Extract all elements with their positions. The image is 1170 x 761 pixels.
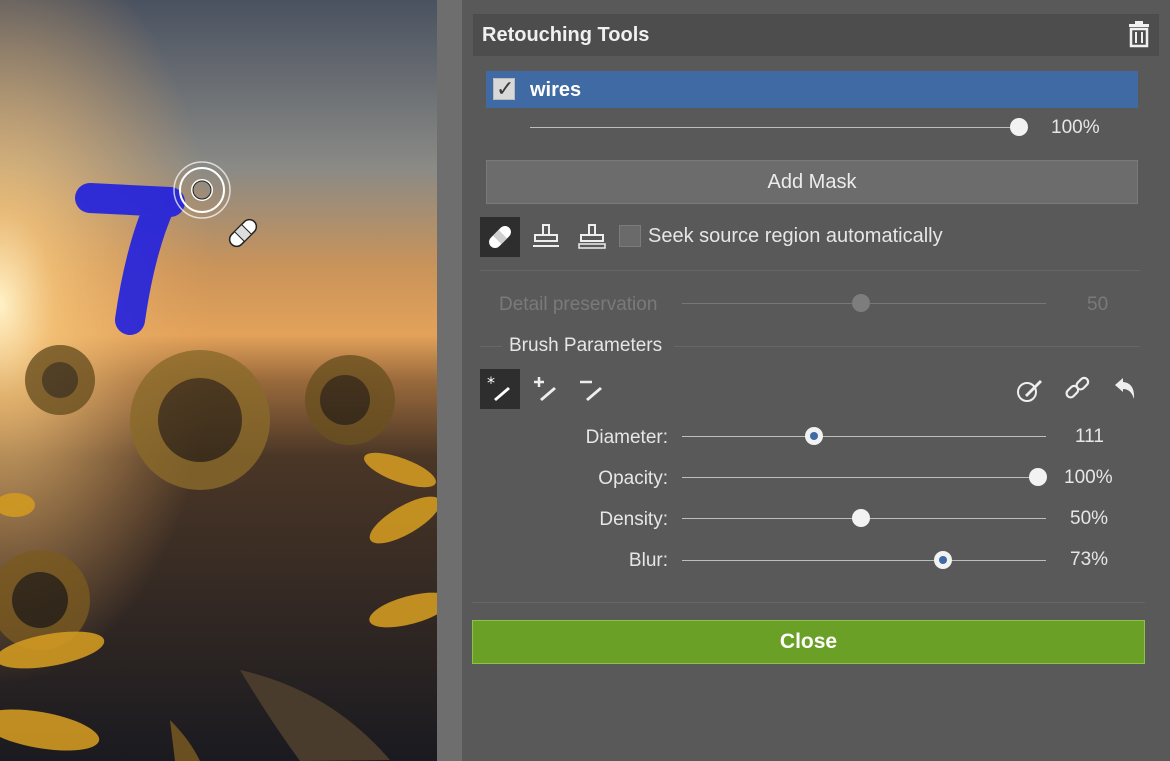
pick-brush-button[interactable] bbox=[1010, 369, 1050, 409]
healing-brush-tool[interactable] bbox=[480, 217, 520, 257]
detail-preservation-value: 50 bbox=[1087, 294, 1109, 315]
brush-draw-button[interactable]: * bbox=[480, 369, 520, 409]
divider bbox=[480, 270, 1140, 271]
undo-button[interactable] bbox=[1105, 369, 1145, 409]
blur-label: Blur: bbox=[628, 550, 668, 571]
blur-handle[interactable] bbox=[934, 551, 952, 569]
brush-add-icon bbox=[534, 377, 556, 401]
link-button[interactable] bbox=[1058, 369, 1098, 409]
trash-icon[interactable] bbox=[1127, 20, 1151, 48]
photo-canvas[interactable] bbox=[0, 0, 437, 761]
undo-icon bbox=[1115, 378, 1135, 399]
clone-stamp-icon bbox=[533, 224, 559, 247]
opacity-track[interactable] bbox=[682, 477, 1046, 478]
opacity-handle[interactable] bbox=[1029, 468, 1047, 486]
add-mask-button[interactable]: Add Mask bbox=[486, 160, 1138, 204]
brush-erase-button[interactable] bbox=[572, 369, 612, 409]
blur-track[interactable] bbox=[682, 560, 1046, 561]
density-handle[interactable] bbox=[852, 509, 870, 527]
diameter-handle[interactable] bbox=[805, 427, 823, 445]
diameter-label: Diameter: bbox=[585, 427, 668, 448]
divider bbox=[472, 602, 1145, 603]
detail-preservation-handle bbox=[852, 294, 870, 312]
healing-brush-icon bbox=[489, 226, 511, 248]
blur-value: 73% bbox=[1070, 549, 1109, 570]
panel-title: Retouching Tools bbox=[482, 24, 650, 46]
brush-erase-icon bbox=[580, 380, 602, 401]
diameter-value: 111 bbox=[1075, 426, 1104, 447]
svg-text:*: * bbox=[487, 375, 495, 392]
source-stamp-icon bbox=[578, 224, 606, 249]
brush-draw-icon: * bbox=[487, 375, 510, 401]
diameter-track[interactable] bbox=[682, 436, 1046, 437]
link-icon bbox=[1065, 376, 1090, 399]
mask-name: wires bbox=[530, 79, 582, 101]
opacity-value: 100% bbox=[1064, 467, 1113, 488]
divider bbox=[480, 346, 502, 347]
brush-parameters-title: Brush Parameters bbox=[509, 335, 663, 356]
close-button[interactable]: Close bbox=[472, 620, 1145, 664]
divider bbox=[674, 346, 1140, 347]
panel-header: Retouching Tools bbox=[473, 14, 1159, 56]
pick-brush-icon bbox=[1017, 380, 1042, 402]
mask-opacity-value: 100% bbox=[1051, 117, 1100, 138]
mask-item-wires[interactable]: ✓ wires bbox=[486, 71, 1138, 108]
mask-opacity-track[interactable] bbox=[530, 127, 1020, 128]
density-label: Density: bbox=[599, 509, 668, 530]
density-value: 50% bbox=[1070, 508, 1109, 529]
detail-preservation-label: Detail preservation bbox=[499, 294, 658, 315]
opacity-label: Opacity: bbox=[598, 468, 668, 489]
brush-add-button[interactable] bbox=[526, 369, 566, 409]
source-stamp-tool[interactable] bbox=[572, 217, 612, 257]
seek-source-label: Seek source region automatically bbox=[648, 225, 943, 247]
seek-source-checkbox[interactable] bbox=[619, 225, 641, 247]
checkmark-icon: ✓ bbox=[496, 76, 515, 101]
retouching-panel: Retouching Tools ✓ wires 100% Add Mask S… bbox=[462, 0, 1170, 761]
clone-stamp-tool[interactable] bbox=[526, 217, 566, 257]
mask-opacity-handle[interactable] bbox=[1010, 118, 1028, 136]
mask-visibility-checkbox[interactable]: ✓ bbox=[493, 76, 515, 101]
panel-divider[interactable] bbox=[437, 0, 462, 761]
